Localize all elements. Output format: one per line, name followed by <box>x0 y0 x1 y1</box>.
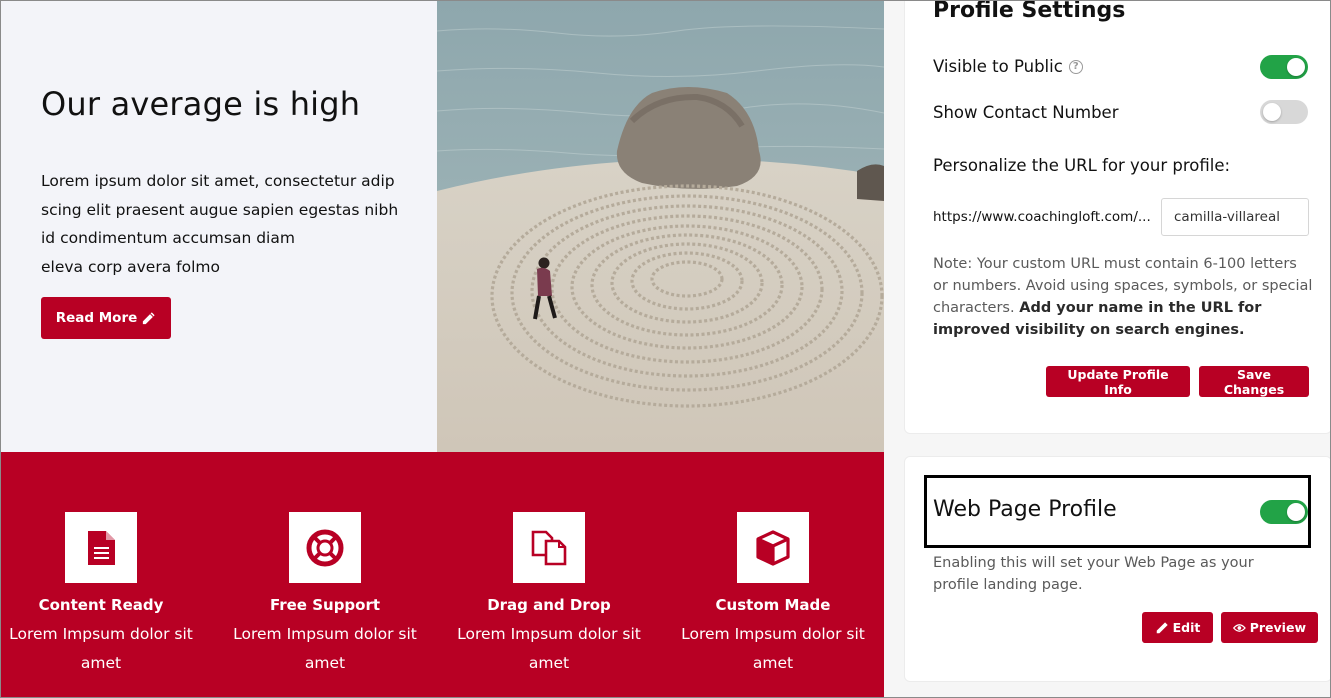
web-page-profile-desc: Enabling this will set your Web Page as … <box>933 555 1254 593</box>
cube-icon <box>756 529 790 566</box>
hero-photo <box>437 1 884 452</box>
feature-icon-tile <box>513 512 585 583</box>
website-preview: Our average is high Lorem ipsum dolor si… <box>1 1 884 697</box>
hero-body: Lorem ipsum dolor sit amet, consectetur … <box>41 167 401 281</box>
settings-panel: Profile Settings Visible to Public ? Sho… <box>884 0 1330 697</box>
toggle-knob <box>1287 58 1305 76</box>
labyrinth-beach-photo <box>437 1 884 452</box>
feature-desc: Lorem Impsum dolor sit amet <box>681 625 865 672</box>
show-contact-number-row: Show Contact Number <box>933 103 1119 122</box>
feature-card: Free Support Lorem Impsum dolor sit amet <box>225 512 425 678</box>
profile-settings-title: Profile Settings <box>933 0 1126 23</box>
url-prefix: https://www.coachingloft.com/... <box>933 209 1151 225</box>
feature-title: Drag and Drop <box>487 596 611 614</box>
show-contact-number-toggle[interactable] <box>1260 100 1308 124</box>
hero-body-line: eleva corp avera folmo <box>41 257 220 276</box>
visible-to-public-toggle[interactable] <box>1260 55 1308 79</box>
visible-to-public-label: Visible to Public <box>933 57 1063 76</box>
features-section: Content Ready Lorem Impsum dolor sit ame… <box>1 452 884 697</box>
read-more-label: Read More <box>55 310 138 326</box>
copy-pages-icon <box>531 530 567 565</box>
url-note: Note: Your custom URL must contain 6-100… <box>933 253 1313 341</box>
feature-title: Content Ready <box>38 596 164 614</box>
feature-desc: Lorem Impsum dolor sit amet <box>457 625 641 672</box>
update-profile-info-button[interactable]: Update Profile Info <box>1046 366 1190 397</box>
lifebuoy-icon <box>306 529 344 566</box>
feature-icon-tile <box>737 512 809 583</box>
preview-label: Preview <box>1249 620 1306 635</box>
document-icon <box>88 530 115 565</box>
feature-title: Custom Made <box>715 596 831 614</box>
hero-title: Our average is high <box>41 85 361 123</box>
feature-desc: Lorem Impsum dolor sit amet <box>233 625 417 672</box>
feature-desc: Lorem Impsum dolor sit amet <box>9 625 193 672</box>
feature-card: Custom Made Lorem Impsum dolor sit amet <box>673 512 873 678</box>
web-page-profile-toggle[interactable] <box>1260 500 1308 524</box>
pencil-icon <box>1156 621 1168 633</box>
eye-icon <box>1233 623 1246 632</box>
hero-body-line: id condimentum accumsan diam <box>41 229 295 247</box>
toggle-knob <box>1287 503 1305 521</box>
profile-url-input[interactable] <box>1161 198 1309 236</box>
page: Our average is high Lorem ipsum dolor si… <box>0 0 1331 698</box>
toggle-knob <box>1263 103 1281 121</box>
read-more-button[interactable]: Read More <box>41 297 171 339</box>
edit-button[interactable]: Edit <box>1142 612 1213 643</box>
url-heading: Personalize the URL for your profile: <box>933 156 1231 175</box>
preview-button[interactable]: Preview <box>1221 612 1318 643</box>
hero-text-section: Our average is high Lorem ipsum dolor si… <box>1 1 437 452</box>
feature-title: Free Support <box>269 596 381 614</box>
show-contact-number-label: Show Contact Number <box>933 103 1119 122</box>
pencil-icon <box>143 311 155 324</box>
visible-to-public-row: Visible to Public ? <box>933 57 1083 76</box>
hero-body-line: Lorem ipsum dolor sit amet, consectetur … <box>41 172 395 190</box>
feature-card: Content Ready Lorem Impsum dolor sit ame… <box>1 512 201 678</box>
edit-label: Edit <box>1172 620 1201 635</box>
feature-icon-tile <box>289 512 361 583</box>
web-page-profile-title: Web Page Profile <box>933 497 1117 522</box>
save-changes-button[interactable]: Save Changes <box>1199 366 1309 397</box>
help-icon[interactable]: ? <box>1068 59 1083 74</box>
hero-body-line: scing elit praesent augue sapien egestas… <box>41 200 399 219</box>
feature-icon-tile <box>65 512 137 583</box>
feature-card: Drag and Drop Lorem Impsum dolor sit ame… <box>449 512 649 678</box>
